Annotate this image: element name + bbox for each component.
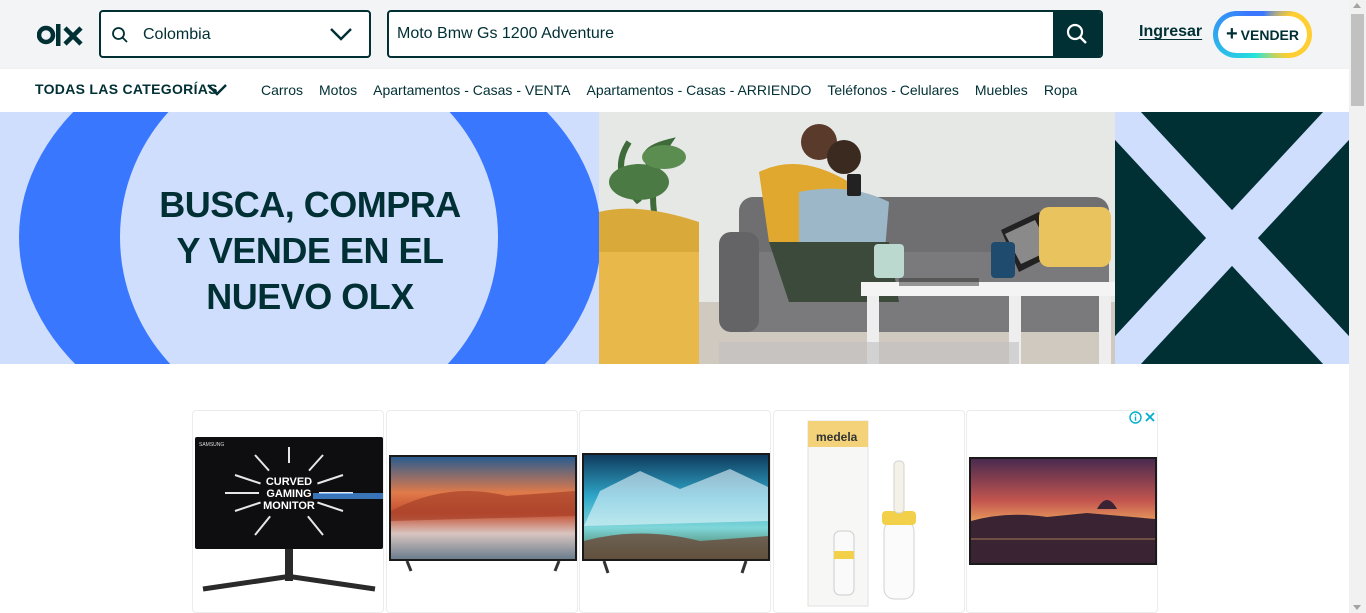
- ad-card-medela[interactable]: medela: [773, 410, 965, 613]
- chevron-down-icon[interactable]: [206, 82, 228, 98]
- search-button[interactable]: [1053, 12, 1101, 56]
- chevron-down-icon[interactable]: [329, 25, 353, 43]
- category-link-apartamentos-arriendo[interactable]: Apartamentos - Casas - ARRIENDO: [587, 82, 812, 98]
- close-icon[interactable]: [1144, 411, 1156, 423]
- ad-card-tv-desert[interactable]: [386, 410, 578, 613]
- page: Colombia Ingresar + VENDER TODAS LAS CAT: [0, 0, 1349, 613]
- category-links: Carros Motos Apartamentos - Casas - VENT…: [261, 82, 1077, 98]
- category-link-apartamentos-venta[interactable]: Apartamentos - Casas - VENTA: [373, 82, 570, 98]
- search-icon: [1066, 23, 1087, 44]
- sell-label: VENDER: [1240, 26, 1300, 43]
- category-link-telefonos[interactable]: Teléfonos - Celulares: [827, 82, 959, 98]
- scroll-down-arrow[interactable]: [1353, 605, 1361, 610]
- monitor-brand-text: SAMSUNG: [199, 442, 224, 448]
- scroll-up-arrow[interactable]: [1353, 3, 1361, 8]
- ad-card-curved-monitor[interactable]: CURVED GAMING MONITOR SAMSUNG: [192, 410, 384, 613]
- location-select[interactable]: Colombia: [99, 10, 371, 58]
- all-categories-button[interactable]: TODAS LAS CATEGORÍAS: [35, 81, 218, 97]
- sell-button[interactable]: + VENDER: [1213, 11, 1312, 58]
- plus-icon: +: [1225, 22, 1238, 45]
- login-link[interactable]: Ingresar: [1139, 23, 1202, 41]
- olx-logo[interactable]: [37, 22, 83, 48]
- ad-strip: CURVED GAMING MONITOR SAMSUNG medela: [192, 410, 1158, 613]
- banner-headline: BUSCA, COMPRA Y VENDE EN EL NUEVO OLX: [130, 182, 490, 320]
- couple-on-sofa-photo: [599, 112, 1115, 364]
- banner-text-panel: BUSCA, COMPRA Y VENDE EN EL NUEVO OLX: [0, 112, 599, 364]
- info-icon[interactable]: [1129, 410, 1142, 424]
- category-link-carros[interactable]: Carros: [261, 82, 303, 98]
- ad-choices[interactable]: [1129, 410, 1157, 424]
- category-link-ropa[interactable]: Ropa: [1044, 82, 1077, 98]
- category-link-motos[interactable]: Motos: [319, 82, 357, 98]
- monitor-screen-text-3: MONITOR: [263, 500, 315, 512]
- ad-card-tv-ice[interactable]: [579, 410, 771, 613]
- location-value: Colombia: [143, 26, 211, 43]
- medela-brand-text: medela: [816, 430, 858, 444]
- search-box: [387, 10, 1103, 58]
- category-link-muebles[interactable]: Muebles: [975, 82, 1028, 98]
- hero-banner[interactable]: BUSCA, COMPRA Y VENDE EN EL NUEVO OLX: [0, 112, 1349, 364]
- header: Colombia Ingresar + VENDER: [0, 0, 1349, 69]
- category-bar: TODAS LAS CATEGORÍAS Carros Motos Aparta…: [0, 69, 1349, 112]
- page-scrollbar[interactable]: [1349, 0, 1366, 613]
- banner-line-2: Y VENDE EN EL: [176, 230, 444, 271]
- monitor-screen-text-1: CURVED: [266, 476, 312, 488]
- monitor-screen-text-2: GAMING: [266, 488, 311, 500]
- banner-line-1: BUSCA, COMPRA: [159, 184, 461, 225]
- search-icon: [112, 27, 128, 43]
- scroll-thumb[interactable]: [1351, 14, 1364, 106]
- banner-line-3: NUEVO OLX: [206, 276, 414, 317]
- banner-pattern-panel: [1115, 112, 1349, 364]
- search-input[interactable]: [389, 12, 1053, 56]
- ad-card-tv-rome[interactable]: [966, 410, 1158, 613]
